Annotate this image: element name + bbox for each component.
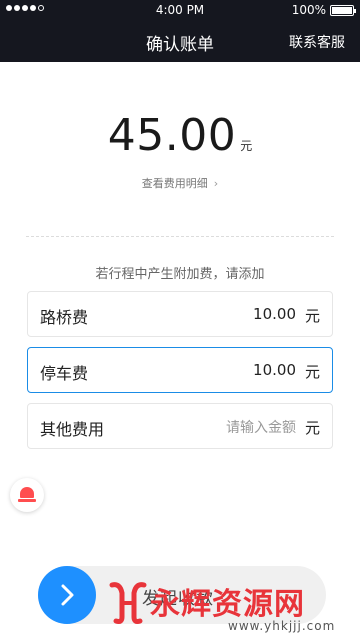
fee-row-parking[interactable]: 停车费 10.00 元 — [27, 347, 333, 393]
fee-unit-parking: 元 — [304, 363, 320, 381]
bill-amount-unit: 元 — [240, 139, 253, 153]
watermark-text: 永辉资源网 — [150, 587, 305, 622]
battery-icon — [330, 5, 356, 16]
fee-row-other[interactable]: 其他费用 请输入金额 元 — [27, 403, 333, 449]
chevron-right-icon: › — [213, 177, 219, 190]
fee-unit-toll: 元 — [304, 307, 320, 325]
status-bar: 4:00 PM 100% — [0, 0, 360, 20]
extra-fee-hint: 若行程中产生附加费，请添加 — [95, 267, 265, 282]
site-watermark: 永辉资源网 www.yhkjjj.com — [108, 575, 360, 640]
contact-support-button[interactable]: 联系客服 — [289, 32, 345, 52]
fee-input-parking[interactable]: 10.00 — [253, 361, 296, 379]
alarm-siren-icon — [20, 487, 34, 498]
fee-input-toll[interactable]: 10.00 — [253, 305, 296, 323]
fee-label-other: 其他费用 — [40, 420, 105, 439]
bill-amount: 45.00 — [107, 110, 237, 161]
fee-detail-link[interactable]: 查看费用明细 › — [0, 175, 360, 191]
chevron-right-icon — [61, 584, 74, 606]
fee-label-parking: 停车费 — [40, 364, 89, 383]
fee-input-other[interactable]: 请输入金额 — [226, 417, 296, 437]
watermark-logo — [109, 582, 147, 624]
fee-row-toll[interactable]: 路桥费 10.00 元 — [27, 291, 333, 337]
emergency-alarm-button[interactable] — [10, 478, 44, 512]
bill-amount-block: 45.00 元 — [0, 110, 360, 161]
fee-label-toll: 路桥费 — [40, 308, 89, 327]
slider-knob[interactable] — [38, 566, 96, 624]
fee-unit-other: 元 — [304, 419, 320, 437]
fee-detail-label: 查看费用明细 — [141, 177, 208, 190]
nav-bar: 确认账单 联系客服 — [0, 20, 360, 62]
watermark-url: www.yhkjjj.com — [228, 619, 336, 633]
battery-percentage: 100% — [291, 3, 326, 17]
dashed-divider — [26, 236, 334, 237]
